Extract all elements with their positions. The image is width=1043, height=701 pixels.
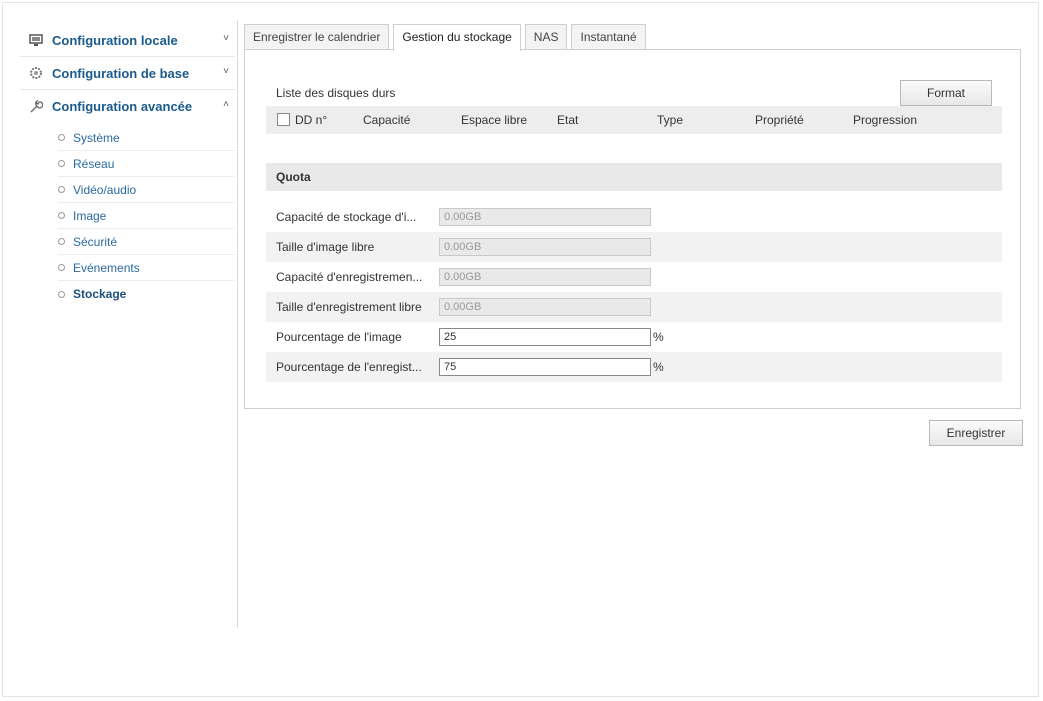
column-header: Type: [657, 113, 684, 127]
free-image-size-field: 0.00GB: [439, 238, 651, 256]
sidebar-section-label: Configuration de base: [52, 65, 190, 81]
form-row: Pourcentage de l'enregist... %: [266, 352, 1002, 382]
tab-gestion-stockage[interactable]: Gestion du stockage: [393, 24, 521, 51]
sidebar: Configuration locale ˅ Configuration de …: [20, 24, 235, 311]
hdd-list: Liste des disques durs Format DD n° Capa…: [266, 80, 1002, 134]
percent-unit: %: [653, 330, 664, 344]
column-header: Espace libre: [461, 113, 528, 127]
sidebar-section-label: Configuration avancée: [52, 99, 193, 114]
image-storage-capacity-field: 0.00GB: [439, 208, 651, 226]
tab-bar: Enregistrer le calendrier Gestion du sto…: [244, 24, 650, 51]
column-header: Progression: [853, 113, 918, 127]
sidebar-item-label: Vidéo/audio: [73, 182, 137, 197]
chevron-down-icon: ˅: [223, 33, 229, 44]
column-header: Capacité: [363, 113, 411, 127]
form-row: Pourcentage de l'image %: [266, 322, 1002, 352]
percent-unit: %: [653, 360, 664, 374]
save-button[interactable]: Enregistrer: [929, 420, 1023, 446]
quota-section-title: Quota: [266, 163, 1002, 191]
bullet-icon: [58, 238, 65, 245]
bullet-icon: [58, 186, 65, 193]
form-row: Taille d'enregistrement libre 0.00GB: [266, 292, 1002, 322]
chevron-down-icon: ˅: [223, 66, 229, 77]
sidebar-section-basic[interactable]: Configuration de base ˅: [20, 57, 235, 90]
bullet-icon: [58, 160, 65, 167]
sidebar-item-evenements[interactable]: Evénements: [58, 255, 235, 281]
field-label: Pourcentage de l'enregist...: [276, 360, 422, 374]
field-label: Taille d'enregistrement libre: [276, 300, 422, 314]
record-percentage-input[interactable]: [439, 358, 651, 376]
tab-nas[interactable]: NAS: [524, 24, 568, 50]
free-record-size-field: 0.00GB: [439, 298, 651, 316]
field-label: Pourcentage de l'image: [276, 330, 402, 344]
quota-form: Capacité de stockage d'i... 0.00GB Taill…: [266, 202, 1002, 382]
sidebar-divider: [237, 20, 238, 628]
sidebar-item-stockage[interactable]: Stockage: [58, 281, 235, 307]
sidebar-item-label: Réseau: [73, 156, 115, 171]
column-header: Etat: [557, 113, 579, 127]
column-header: DD n°: [295, 113, 328, 127]
field-label: Capacité de stockage d'i...: [276, 210, 417, 224]
gear-icon: [28, 65, 44, 81]
field-label: Capacité d'enregistremen...: [276, 270, 423, 284]
sidebar-section-advanced[interactable]: Configuration avancée ˄: [20, 90, 235, 123]
tab-enregistrer-calendrier[interactable]: Enregistrer le calendrier: [244, 24, 390, 50]
sidebar-item-systeme[interactable]: Système: [58, 125, 235, 151]
form-row: Capacité d'enregistremen... 0.00GB: [266, 262, 1002, 292]
storage-panel: Liste des disques durs Format DD n° Capa…: [244, 49, 1021, 409]
form-row: Capacité de stockage d'i... 0.00GB: [266, 202, 1002, 232]
format-button[interactable]: Format: [900, 80, 992, 106]
bullet-icon: [58, 134, 65, 141]
sidebar-item-image[interactable]: Image: [58, 203, 235, 229]
bullet-icon: [58, 290, 65, 298]
sidebar-item-label: Image: [73, 208, 107, 223]
tab-instantane[interactable]: Instantané: [571, 24, 646, 50]
sidebar-item-label: Stockage: [73, 287, 127, 301]
bullet-icon: [58, 264, 65, 271]
sidebar-submenu: Système Réseau Vidéo/audio Image Sécurit…: [20, 123, 235, 311]
sidebar-item-video-audio[interactable]: Vidéo/audio: [58, 177, 235, 203]
monitor-icon: [28, 32, 44, 48]
sidebar-item-reseau[interactable]: Réseau: [58, 151, 235, 177]
hdd-table-header: DD n° Capacité Espace libre Etat Type Pr…: [266, 106, 1002, 134]
wrench-icon: [28, 99, 44, 115]
sidebar-section-label: Configuration locale: [52, 32, 178, 48]
bullet-icon: [58, 212, 65, 219]
sidebar-section-local[interactable]: Configuration locale ˅: [20, 24, 235, 57]
sidebar-item-securite[interactable]: Sécurité: [58, 229, 235, 255]
sidebar-item-label: Evénements: [73, 260, 140, 275]
form-row: Taille d'image libre 0.00GB: [266, 232, 1002, 262]
image-percentage-input[interactable]: [439, 328, 651, 346]
select-all-checkbox[interactable]: [277, 113, 290, 129]
sidebar-item-label: Système: [73, 130, 120, 145]
record-capacity-field: 0.00GB: [439, 268, 651, 286]
field-label: Taille d'image libre: [276, 240, 375, 254]
sidebar-item-label: Sécurité: [73, 234, 118, 249]
column-header: Propriété: [755, 113, 804, 127]
chevron-up-icon: ˄: [223, 99, 229, 110]
hdd-list-title: Liste des disques durs: [276, 86, 396, 100]
